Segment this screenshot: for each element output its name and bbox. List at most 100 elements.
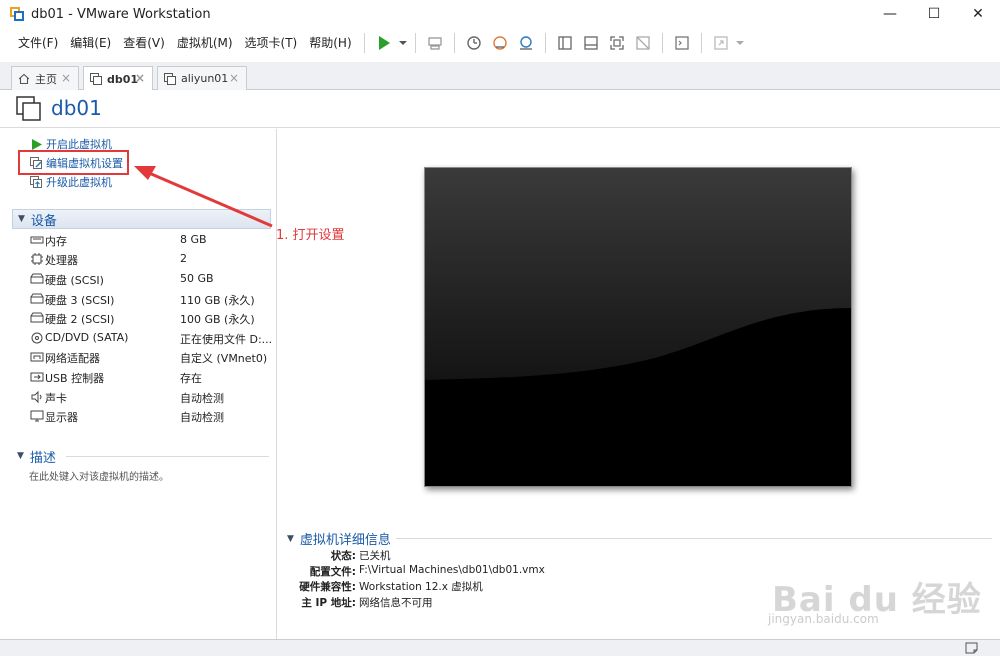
- device-row[interactable]: 网络适配器 自定义 (VMnet0): [30, 348, 270, 367]
- home-icon: [18, 73, 30, 84]
- unity-icon[interactable]: [630, 30, 656, 56]
- stretch-icon[interactable]: [708, 30, 734, 56]
- device-value: 110 GB (永久): [180, 294, 255, 307]
- menu-vm[interactable]: 虚拟机(M): [171, 28, 239, 58]
- device-row[interactable]: USB 控制器 存在: [30, 368, 270, 387]
- vm-preview-screen[interactable]: [424, 167, 852, 487]
- device-value: 存在: [180, 372, 202, 385]
- fullscreen-icon[interactable]: [604, 30, 630, 56]
- tab-aliyun01[interactable]: aliyun01 ×: [157, 66, 247, 90]
- annotation-highlight-box: [18, 150, 129, 175]
- detail-row: 硬件兼容性: Workstation 12.x 虚拟机: [278, 579, 778, 595]
- description-section-header[interactable]: ▼ 描述: [12, 446, 56, 466]
- menu-view[interactable]: 查看(V): [117, 28, 171, 58]
- snapshot-manager-icon[interactable]: [513, 30, 539, 56]
- message-log-icon[interactable]: [965, 642, 978, 654]
- section-divider: [396, 538, 992, 539]
- upgrade-icon: [30, 175, 42, 188]
- device-value: 100 GB (永久): [180, 313, 255, 326]
- monitor-icon: [30, 410, 44, 422]
- device-value: 8 GB: [180, 233, 207, 246]
- section-divider: [66, 456, 269, 457]
- snapshot-icon[interactable]: [461, 30, 487, 56]
- toolbar-separator: [363, 33, 365, 53]
- collapse-icon[interactable]: ▼: [17, 451, 24, 461]
- stretch-dropdown-icon[interactable]: [734, 30, 746, 56]
- device-row[interactable]: 硬盘 2 (SCSI) 100 GB (永久): [30, 309, 270, 328]
- upgrade-action[interactable]: 升级此虚拟机: [30, 173, 112, 191]
- library-view-icon[interactable]: [552, 30, 578, 56]
- detail-key: 硬件兼容性:: [299, 581, 356, 593]
- menu-edit[interactable]: 编辑(E): [64, 28, 117, 58]
- detail-value: 网络信息不可用: [359, 597, 433, 609]
- details-section-header[interactable]: ▼ 虚拟机详细信息: [287, 529, 391, 548]
- status-bar: [0, 639, 1000, 656]
- toolbar-separator: [414, 33, 416, 53]
- device-value: 自动检测: [180, 392, 224, 405]
- tab-home[interactable]: 主页 ×: [11, 66, 79, 90]
- menu-help[interactable]: 帮助(H): [303, 28, 357, 58]
- device-name: 声卡: [45, 392, 67, 405]
- device-name: 内存: [45, 235, 67, 248]
- maximize-button[interactable]: ☐: [912, 0, 956, 28]
- tab-db01[interactable]: db01 ×: [83, 66, 153, 91]
- minimize-button[interactable]: —: [868, 0, 912, 28]
- device-name: USB 控制器: [45, 372, 105, 385]
- description-title: 描述: [29, 450, 56, 466]
- watermark-url: jingyan.baidu.com: [768, 612, 879, 626]
- disk-icon: [30, 293, 44, 304]
- device-name: 处理器: [45, 254, 78, 267]
- window-title: db01 - VMware Workstation: [31, 6, 211, 22]
- toolbar-separator: [700, 33, 702, 53]
- tab-label: 主页: [35, 72, 57, 86]
- detail-row: 状态: 已关机: [278, 548, 778, 564]
- device-row[interactable]: 硬盘 3 (SCSI) 110 GB (永久): [30, 290, 270, 309]
- details-title: 虚拟机详细信息: [299, 533, 391, 548]
- menu-tabs[interactable]: 选项卡(T): [239, 28, 304, 58]
- collapse-icon[interactable]: ▼: [18, 214, 25, 224]
- device-value: 正在使用文件 D:...: [180, 333, 273, 346]
- description-placeholder[interactable]: 在此处键入对该虚拟机的描述。: [29, 468, 169, 483]
- device-name: 网络适配器: [45, 352, 100, 365]
- menu-bar: 文件(F) 编辑(E) 查看(V) 虚拟机(M) 选项卡(T) 帮助(H): [0, 28, 1000, 58]
- detail-value[interactable]: F:\Virtual Machines\db01\db01.vmx: [359, 564, 545, 576]
- tab-strip: 主页 × db01 × aliyun01 ×: [0, 62, 1000, 91]
- close-icon[interactable]: ×: [229, 71, 239, 85]
- menu-file[interactable]: 文件(F): [12, 28, 64, 58]
- sound-icon: [31, 391, 42, 403]
- device-row[interactable]: 内存 8 GB: [30, 231, 270, 250]
- terminal-icon[interactable]: [669, 30, 695, 56]
- disk-icon: [30, 312, 44, 323]
- annotation-text: 1. 打开设置: [276, 228, 345, 243]
- close-button[interactable]: ✕: [956, 0, 1000, 28]
- toolbar-separator: [453, 33, 455, 53]
- right-pane: ▼ 虚拟机详细信息 状态: 已关机 配置文件: F:\Virtual Machi…: [278, 129, 1000, 639]
- device-row[interactable]: 处理器 2: [30, 250, 270, 269]
- device-row[interactable]: 硬盘 (SCSI) 50 GB: [30, 270, 270, 289]
- detail-key: 主 IP 地址:: [301, 597, 356, 609]
- detail-row: 配置文件: F:\Virtual Machines\db01\db01.vmx: [278, 564, 778, 580]
- close-icon[interactable]: ×: [135, 71, 145, 85]
- tab-label: aliyun01: [181, 72, 229, 85]
- collapse-icon[interactable]: ▼: [287, 534, 294, 544]
- vm-icon: [16, 96, 41, 121]
- detail-key: 配置文件:: [309, 566, 356, 578]
- send-keys-icon[interactable]: [422, 30, 448, 56]
- dropdown-icon[interactable]: [397, 30, 409, 56]
- device-row[interactable]: 声卡 自动检测: [30, 388, 270, 407]
- device-row[interactable]: CD/DVD (SATA) 正在使用文件 D:...: [30, 329, 273, 348]
- devices-section-header[interactable]: ▼ 设备: [12, 209, 271, 229]
- close-icon[interactable]: ×: [61, 71, 71, 85]
- play-icon[interactable]: [371, 30, 397, 56]
- detail-value: Workstation 12.x 虚拟机: [359, 581, 483, 593]
- revert-snapshot-icon[interactable]: [487, 30, 513, 56]
- device-row[interactable]: 显示器 自动检测: [30, 407, 270, 426]
- action-label: 升级此虚拟机: [46, 176, 112, 189]
- devices-title: 设备: [30, 213, 57, 229]
- toolbar-separator: [661, 33, 663, 53]
- vm-header: db01: [0, 90, 1000, 128]
- network-icon: [30, 352, 44, 362]
- console-view-icon[interactable]: [578, 30, 604, 56]
- power-on-icon: [32, 138, 42, 150]
- vm-preview-graphic: [425, 168, 851, 486]
